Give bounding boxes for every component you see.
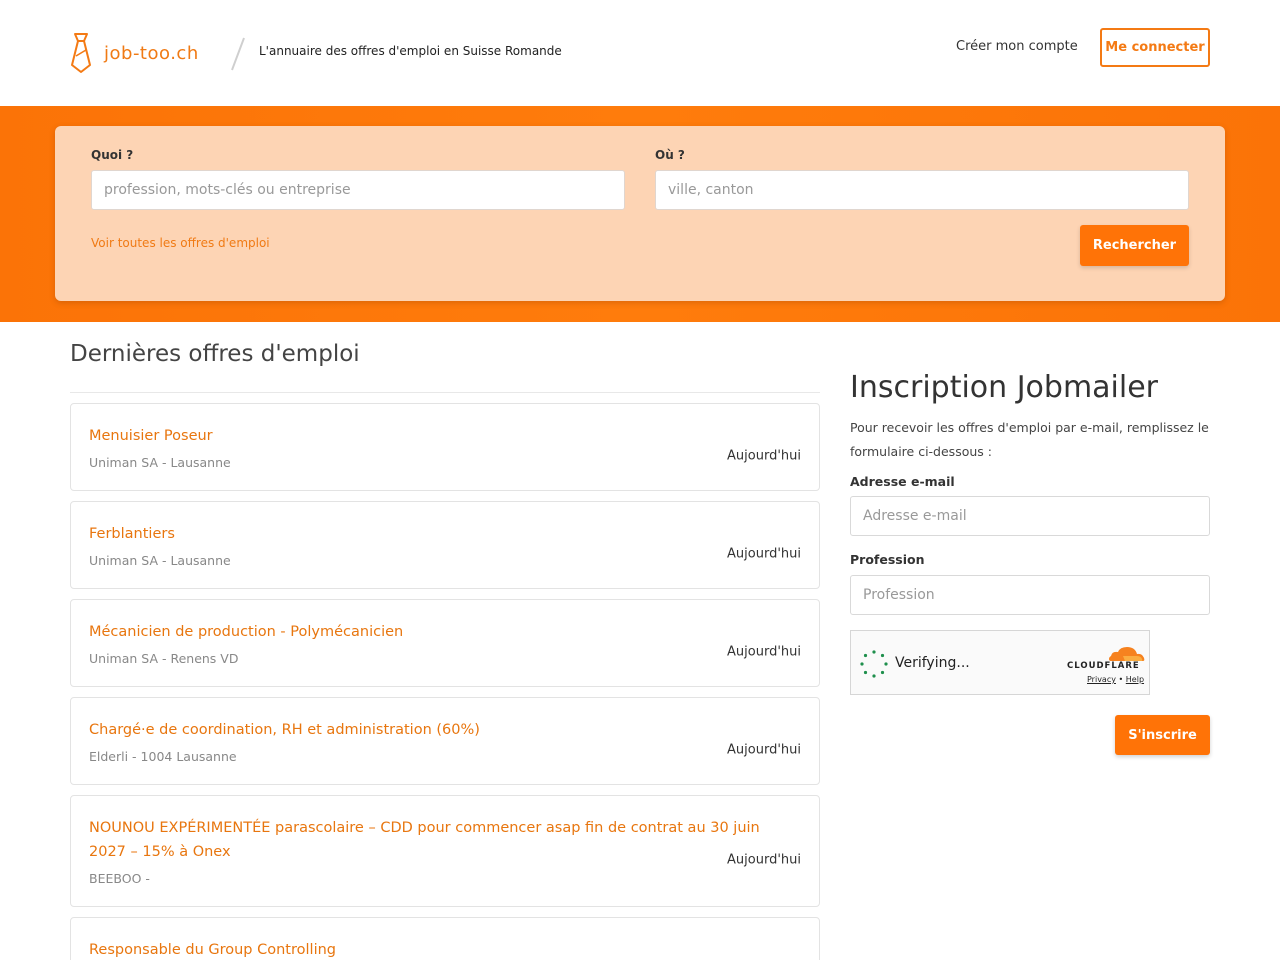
- jobmailer-description: Pour recevoir les offres d'emploi par e-…: [850, 420, 1209, 459]
- job-title[interactable]: Responsable du Group Controlling: [89, 938, 801, 960]
- logo[interactable]: job-too.ch: [68, 32, 199, 74]
- job-card[interactable]: Menuisier Poseur Uniman SA - Lausanne Au…: [70, 403, 820, 491]
- loading-spinner-icon: [860, 650, 888, 678]
- logo-text: job-too.ch: [104, 42, 199, 64]
- search-panel: Quoi ? Où ? Voir toutes les offres d'emp…: [55, 126, 1225, 301]
- search-button[interactable]: Rechercher: [1080, 225, 1189, 266]
- link-separator: •: [1118, 675, 1124, 684]
- job-card[interactable]: Ferblantiers Uniman SA - Lausanne Aujour…: [70, 501, 820, 589]
- job-list: Menuisier Poseur Uniman SA - Lausanne Au…: [70, 403, 820, 960]
- what-label: Quoi ?: [91, 148, 134, 162]
- job-title[interactable]: Ferblantiers: [89, 522, 801, 546]
- email-field[interactable]: [850, 496, 1210, 536]
- subscribe-button[interactable]: S'inscrire: [1115, 715, 1210, 755]
- job-date: Aujourd'hui: [727, 742, 801, 758]
- what-input[interactable]: [91, 170, 625, 210]
- job-date: Aujourd'hui: [727, 852, 801, 868]
- privacy-link[interactable]: Privacy: [1087, 675, 1116, 684]
- site-header: job-too.ch L'annuaire des offres d'emplo…: [0, 0, 1280, 106]
- tie-logo-icon: [68, 32, 94, 74]
- where-input[interactable]: [655, 170, 1189, 210]
- all-offers-link[interactable]: Voir toutes les offres d'emploi: [91, 236, 270, 250]
- job-company: BEEBOO -: [89, 871, 150, 886]
- job-card[interactable]: NOUNOU EXPÉRIMENTÉE parascolaire – CDD p…: [70, 795, 820, 907]
- job-date: Aujourd'hui: [727, 448, 801, 464]
- profession-field[interactable]: [850, 575, 1210, 615]
- jobmailer-title: Inscription Jobmailer: [850, 370, 1159, 405]
- help-link[interactable]: Help: [1126, 675, 1144, 684]
- section-divider: [70, 392, 820, 393]
- job-title[interactable]: Chargé·e de coordination, RH et administ…: [89, 718, 801, 742]
- captcha-widget[interactable]: Verifying... CLOUDFLARE Privacy • Help: [850, 630, 1150, 695]
- job-card[interactable]: Chargé·e de coordination, RH et administ…: [70, 697, 820, 785]
- job-date: Aujourd'hui: [727, 644, 801, 660]
- email-label: Adresse e-mail: [850, 474, 955, 489]
- job-title[interactable]: Mécanicien de production - Polymécanicie…: [89, 620, 801, 644]
- job-date: Aujourd'hui: [727, 546, 801, 562]
- job-company: Elderli - 1004 Lausanne: [89, 749, 237, 764]
- captcha-status: Verifying...: [895, 655, 970, 671]
- job-card[interactable]: Responsable du Group Controlling: [70, 917, 820, 960]
- job-company: Uniman SA - Lausanne: [89, 455, 231, 470]
- job-title[interactable]: Menuisier Poseur: [89, 424, 801, 448]
- profession-label: Profession: [850, 552, 925, 567]
- header-divider: [231, 37, 245, 71]
- cloudflare-brand: CLOUDFLARE: [1067, 661, 1140, 671]
- job-title[interactable]: NOUNOU EXPÉRIMENTÉE parascolaire – CDD p…: [89, 816, 801, 864]
- login-button[interactable]: Me connecter: [1100, 28, 1210, 67]
- job-card[interactable]: Mécanicien de production - Polymécanicie…: [70, 599, 820, 687]
- latest-offers-title: Dernières offres d'emploi: [70, 341, 360, 367]
- search-hero: Quoi ? Où ? Voir toutes les offres d'emp…: [0, 106, 1280, 322]
- where-label: Où ?: [655, 148, 685, 162]
- captcha-links: Privacy • Help: [1087, 675, 1144, 684]
- tagline: L'annuaire des offres d'emploi en Suisse…: [259, 44, 562, 58]
- job-company: Uniman SA - Renens VD: [89, 651, 239, 666]
- job-company: Uniman SA - Lausanne: [89, 553, 231, 568]
- create-account-link[interactable]: Créer mon compte: [956, 39, 1078, 54]
